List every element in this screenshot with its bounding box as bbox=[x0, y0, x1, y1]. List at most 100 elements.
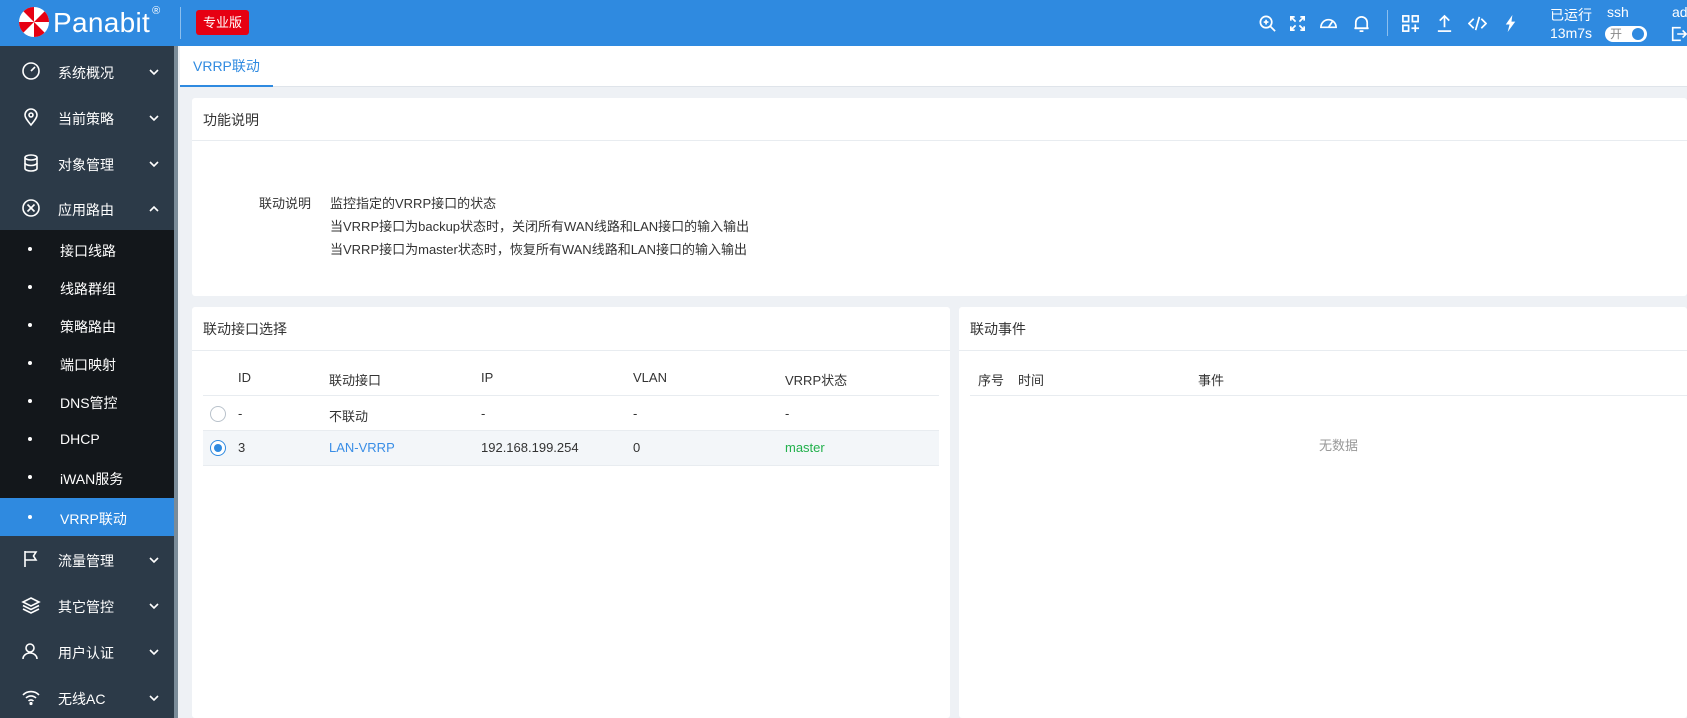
table-header-divider bbox=[203, 395, 939, 396]
desc-line: 当VRRP接口为backup状态时，关闭所有WAN线路和LAN接口的输入输出 bbox=[330, 219, 750, 234]
desc-line: 监控指定的VRRP接口的状态 bbox=[330, 196, 497, 211]
submenu-app-routing: 接口线路 线路群组 策略路由 端口映射 DNS管控 DHCP iWAN服务 bbox=[0, 230, 174, 498]
sidebar-item-label: 无线AC bbox=[58, 691, 106, 707]
sidebar-item-label: 应用路由 bbox=[58, 202, 114, 218]
ssh-toggle[interactable]: 开 bbox=[1605, 26, 1647, 42]
header-divider bbox=[180, 7, 181, 39]
top-header: Panabit ® 专业版 已运行 13m7s ssh 开 admin bbox=[0, 0, 1687, 46]
flag-icon bbox=[21, 549, 41, 569]
umbrella-logo-icon bbox=[18, 6, 50, 41]
sidebar-item-label: 对象管理 bbox=[58, 157, 114, 173]
sidebar-subitem-label: VRRP联动 bbox=[60, 511, 127, 527]
tab-vrrp-link[interactable]: VRRP联动 bbox=[180, 46, 273, 87]
col-header-vlan: VLAN bbox=[633, 370, 667, 385]
cell-id: 3 bbox=[238, 440, 246, 455]
sidebar-subitem-port-mapping[interactable]: 端口映射 bbox=[0, 344, 174, 382]
cell-vlan: - bbox=[633, 406, 638, 421]
sidebar-subitem-label: DNS管控 bbox=[60, 395, 118, 411]
sidebar-item-label: 流量管理 bbox=[58, 553, 114, 569]
col-header-id: ID bbox=[238, 370, 251, 385]
user-icon bbox=[21, 641, 41, 661]
sidebar-subitem-interface-lines[interactable]: 接口线路 bbox=[0, 230, 174, 268]
bullet-icon bbox=[28, 323, 32, 327]
cell-id: - bbox=[238, 406, 243, 421]
sidebar-subitem-vrrp-link[interactable]: VRRP联动 bbox=[0, 498, 174, 536]
desc-line: 当VRRP接口为master状态时，恢复所有WAN线路和LAN接口的输入输出 bbox=[330, 242, 747, 257]
sidebar-subitem-dns-control[interactable]: DNS管控 bbox=[0, 382, 174, 420]
cell-vrrp-status: master bbox=[785, 440, 825, 455]
sidebar-subitem-dhcp[interactable]: DHCP bbox=[0, 420, 174, 458]
sidebar-item-wireless-ac[interactable]: 无线AC bbox=[0, 674, 174, 718]
col-header-event: 事件 bbox=[1198, 373, 1225, 388]
chevron-up-icon bbox=[148, 202, 160, 214]
sidebar-item-label: 系统概况 bbox=[58, 65, 114, 81]
upload-icon[interactable] bbox=[1432, 11, 1456, 35]
bullet-icon bbox=[28, 399, 32, 403]
location-pin-icon bbox=[21, 107, 41, 127]
chevron-down-icon bbox=[148, 157, 160, 169]
table-header-divider bbox=[970, 395, 1687, 396]
sidebar-item-label: 用户认证 bbox=[58, 645, 114, 661]
user-name[interactable]: admin bbox=[1672, 4, 1687, 20]
logout-icon[interactable] bbox=[1670, 25, 1687, 43]
bullet-icon bbox=[28, 515, 32, 519]
lightning-icon[interactable] bbox=[1498, 11, 1522, 35]
chevron-down-icon bbox=[148, 599, 160, 611]
dashboard-icon[interactable] bbox=[1316, 11, 1340, 35]
chevron-down-icon bbox=[148, 553, 160, 565]
cross-circle-icon bbox=[21, 198, 41, 218]
sidebar-item-label: 其它管控 bbox=[58, 599, 114, 615]
iface-select-panel: 联动接口选择 bbox=[192, 307, 950, 718]
brand-logo[interactable]: Panabit ® bbox=[18, 5, 160, 41]
uptime-value: 13m7s bbox=[1550, 25, 1593, 41]
col-header-time: 时间 bbox=[1018, 373, 1045, 388]
bullet-icon bbox=[28, 475, 32, 479]
chevron-down-icon bbox=[148, 65, 160, 77]
sidebar-subitem-policy-routing[interactable]: 策略路由 bbox=[0, 306, 174, 344]
sidebar-item-app-routing[interactable]: 应用路由 bbox=[0, 185, 174, 231]
sidebar-item-user-auth[interactable]: 用户认证 bbox=[0, 628, 174, 674]
sidebar-item-traffic[interactable]: 流量管理 bbox=[0, 536, 174, 582]
panel-divider bbox=[192, 350, 950, 351]
tab-bar: VRRP联动 bbox=[180, 46, 1687, 87]
row-radio-checked[interactable] bbox=[210, 440, 226, 456]
bullet-icon bbox=[28, 247, 32, 251]
bullet-icon bbox=[28, 361, 32, 365]
sidebar-item-overview[interactable]: 系统概况 bbox=[0, 48, 174, 94]
cell-ip: 192.168.199.254 bbox=[481, 440, 579, 455]
col-header-ip: IP bbox=[481, 370, 494, 385]
ssh-toggle-knob bbox=[1632, 28, 1644, 40]
sidebar-subitem-iwan-service[interactable]: iWAN服务 bbox=[0, 458, 174, 496]
col-header-iface: 联动接口 bbox=[329, 373, 382, 388]
sidebar-subitem-line-groups[interactable]: 线路群组 bbox=[0, 268, 174, 306]
sidebar-subitem-label: 线路群组 bbox=[60, 281, 116, 297]
row-radio[interactable] bbox=[210, 406, 226, 422]
brand-name: Panabit bbox=[53, 7, 151, 38]
code-icon[interactable] bbox=[1465, 11, 1489, 35]
cell-iface: 不联动 bbox=[329, 409, 369, 424]
sidebar-item-policy[interactable]: 当前策略 bbox=[0, 94, 174, 140]
ssh-label: ssh bbox=[1607, 4, 1629, 20]
cell-iface-link[interactable]: LAN-VRRP bbox=[329, 440, 395, 455]
sidebar-item-objects[interactable]: 对象管理 bbox=[0, 140, 174, 186]
desc-label: 联动说明 bbox=[259, 196, 312, 211]
cell-ip: - bbox=[481, 406, 486, 421]
fullscreen-icon[interactable] bbox=[1285, 11, 1309, 35]
row-divider bbox=[203, 465, 939, 466]
gauge-icon bbox=[21, 61, 41, 81]
bullet-icon bbox=[28, 285, 32, 289]
sidebar-subitem-label: 策略路由 bbox=[60, 319, 116, 335]
search-zoom-icon[interactable] bbox=[1255, 11, 1279, 35]
col-header-vrrp-status: VRRP状态 bbox=[785, 373, 848, 388]
uptime-label: 已运行 bbox=[1550, 7, 1592, 23]
sidebar-item-other-control[interactable]: 其它管控 bbox=[0, 582, 174, 628]
sidebar-subitem-label: iWAN服务 bbox=[60, 471, 124, 487]
database-icon bbox=[21, 153, 41, 173]
apps-icon[interactable] bbox=[1398, 11, 1422, 35]
sidebar-item-label: 当前策略 bbox=[58, 111, 114, 127]
col-header-seq: 序号 bbox=[978, 373, 1005, 388]
sidebar-scroll-edge[interactable] bbox=[174, 46, 178, 718]
sidebar-subitem-label: DHCP bbox=[60, 431, 100, 447]
panel-divider bbox=[192, 140, 1687, 141]
bell-icon[interactable] bbox=[1349, 11, 1373, 35]
